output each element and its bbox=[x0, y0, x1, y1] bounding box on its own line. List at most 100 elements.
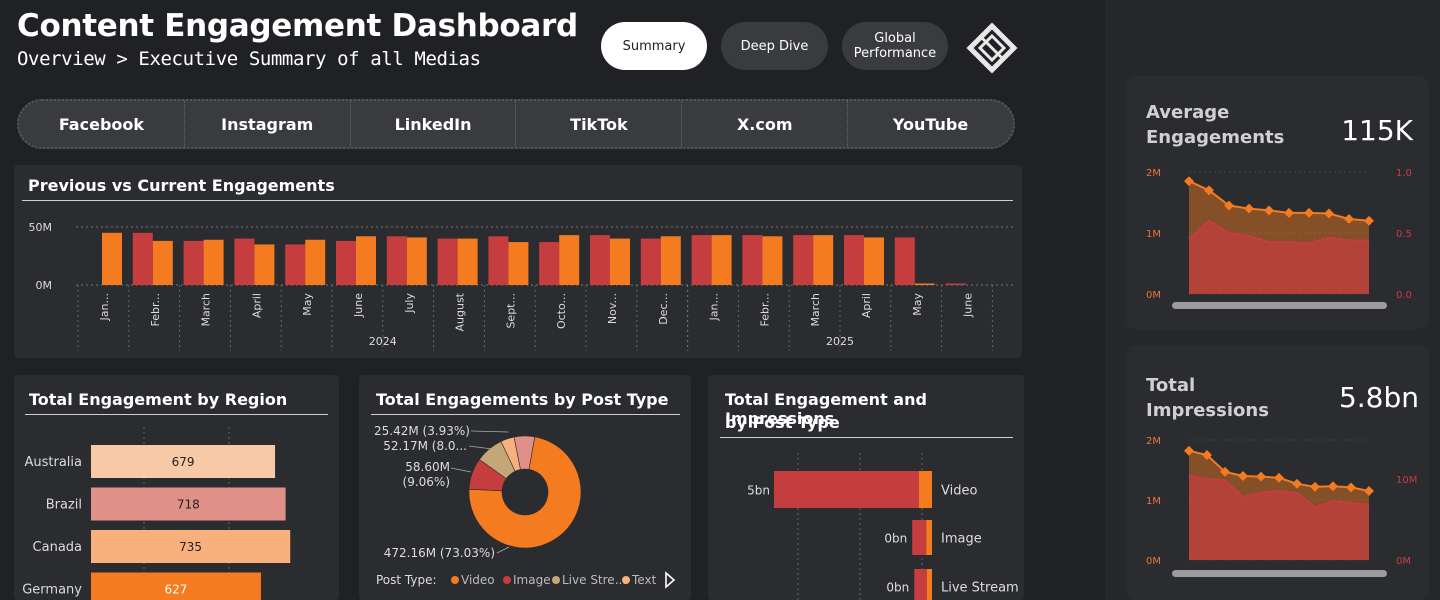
total-impressions-card: Total Impressions 5.8bn 0M 1M 2M 0M 10M bbox=[1126, 345, 1429, 600]
post-type-chart: 25.42M (3.93%)52.17M (8.0... 58.60M(9.06%… bbox=[374, 424, 676, 589]
bar bbox=[660, 236, 681, 285]
region-value-label: 735 bbox=[179, 540, 202, 554]
bar bbox=[793, 235, 814, 285]
slice-label-image: 58.60M bbox=[405, 460, 450, 474]
x-tick-label: Nov... bbox=[606, 293, 619, 324]
bar bbox=[203, 239, 224, 285]
tab-x-com[interactable]: X.com bbox=[682, 101, 849, 147]
legend-item: Text bbox=[631, 573, 657, 587]
eng-impr-category-label: Live Stream bbox=[941, 581, 1019, 596]
page-title: Content Engagement Dashboard bbox=[17, 8, 578, 44]
eng-impr-bar bbox=[918, 471, 932, 508]
x-tick-label: Jan... bbox=[708, 293, 721, 321]
y-left-tick: 0M bbox=[1146, 290, 1161, 301]
y-left-tick: 2M bbox=[1146, 168, 1161, 179]
eng-impr-bar bbox=[926, 520, 932, 555]
bar bbox=[183, 240, 204, 285]
x-tick-label: June bbox=[962, 293, 975, 318]
bar bbox=[813, 235, 834, 285]
x-tick-label: Dec... bbox=[657, 293, 670, 325]
bar bbox=[711, 235, 732, 285]
legend-item: Live Stre... bbox=[562, 573, 626, 587]
bar bbox=[610, 238, 630, 285]
eng-impr-bar bbox=[914, 569, 927, 600]
region-value-label: 679 bbox=[172, 455, 195, 469]
legend-marker bbox=[552, 576, 560, 584]
region-category-label: Germany bbox=[22, 583, 82, 598]
x-tick-label: May bbox=[911, 293, 924, 316]
bar bbox=[234, 238, 255, 285]
region-category-label: Canada bbox=[33, 540, 82, 555]
x-tick-label: May bbox=[301, 293, 314, 316]
bar bbox=[305, 239, 326, 285]
region-category-label: Brazil bbox=[46, 498, 82, 513]
region-value-label: 718 bbox=[177, 498, 200, 512]
slice-label-text: 25.42M (3.93%) bbox=[374, 424, 470, 438]
bar bbox=[437, 238, 458, 285]
nav-summary-button[interactable]: Summary bbox=[601, 22, 707, 70]
nav-deep-dive-button[interactable]: Deep Dive bbox=[721, 22, 828, 70]
bar bbox=[945, 283, 966, 285]
eng-impr-value-label: 0bn bbox=[884, 532, 907, 546]
legend-next-icon[interactable] bbox=[665, 571, 676, 589]
y-left-tick: 0M bbox=[1146, 556, 1161, 567]
y-left-tick: 1M bbox=[1146, 496, 1161, 507]
tab-linkedin[interactable]: LinkedIn bbox=[351, 101, 517, 147]
x-tick-label: March bbox=[200, 293, 213, 327]
prev-vs-current-panel: Previous vs Current Engagements 50M 0M Jan… bbox=[14, 165, 1022, 358]
slice-label-video: 472.16M (73.03%) bbox=[384, 546, 495, 560]
nav-global-performance-button[interactable]: Global Performance bbox=[842, 22, 948, 70]
y-right-tick: 0M bbox=[1396, 556, 1411, 567]
post-type-panel: Total Engagements by Post Type 25.42M (3… bbox=[359, 375, 691, 600]
eng-impr-chart: Video 5bn Image 0bn Live Stream 0bn bbox=[747, 453, 1019, 600]
bar bbox=[386, 236, 407, 285]
region-chart: 679 Australia 718 Brazil 735 Canada 627 Germany bbox=[22, 427, 291, 600]
bar bbox=[590, 235, 610, 285]
year-label: 2025 bbox=[826, 335, 854, 348]
x-tick-label: August bbox=[454, 292, 467, 331]
slice-label-live-stream: 52.17M (8.0... bbox=[383, 439, 467, 453]
bar bbox=[539, 242, 560, 285]
total-impressions-trend-chart: 0M 1M 2M 0M 10M bbox=[1146, 436, 1417, 577]
y-left-tick: 1M bbox=[1146, 229, 1161, 240]
x-tick-label: Jan... bbox=[98, 293, 111, 321]
y-right-tick: 1.0 bbox=[1396, 168, 1412, 179]
tab-tiktok[interactable]: TikTok bbox=[516, 101, 683, 147]
tab-facebook[interactable]: Facebook bbox=[19, 101, 185, 147]
bar bbox=[132, 232, 153, 285]
bar bbox=[742, 235, 763, 285]
y-left-tick: 2M bbox=[1146, 436, 1161, 447]
eng-impr-bar bbox=[912, 520, 927, 555]
leader-line bbox=[496, 546, 510, 554]
bar bbox=[457, 238, 478, 285]
slice-label-image-pct: (9.06%) bbox=[403, 475, 450, 489]
bar bbox=[285, 244, 306, 285]
bar bbox=[640, 238, 661, 285]
platform-tab-bar: Facebook Instagram LinkedIn TikTok X.com… bbox=[17, 99, 1015, 149]
year-label: 2024 bbox=[369, 335, 397, 348]
region-panel: Total Engagement by Region 679 Australia 7… bbox=[14, 375, 339, 600]
bar bbox=[559, 235, 580, 285]
legend-title: Post Type: bbox=[376, 573, 437, 587]
legend-item: Image bbox=[513, 573, 551, 587]
horizontal-scrollbar[interactable] bbox=[1172, 570, 1387, 577]
bar bbox=[894, 237, 915, 285]
legend-item: Video bbox=[461, 573, 495, 587]
eng-impr-value-label: 5bn bbox=[747, 484, 770, 498]
bar bbox=[254, 244, 275, 285]
brand-logo-icon[interactable] bbox=[966, 22, 1018, 74]
bar bbox=[356, 236, 376, 285]
bar bbox=[844, 235, 864, 285]
region-value-label: 627 bbox=[165, 583, 188, 597]
x-tick-label: Octo... bbox=[555, 293, 568, 329]
horizontal-scrollbar[interactable] bbox=[1172, 302, 1387, 309]
leader-line bbox=[450, 467, 472, 473]
tab-youtube[interactable]: YouTube bbox=[848, 101, 1013, 147]
bar bbox=[406, 237, 427, 285]
x-tick-label: Febr... bbox=[149, 293, 162, 326]
y-right-tick: 10M bbox=[1396, 475, 1417, 486]
leader-line bbox=[470, 430, 510, 433]
bar bbox=[336, 240, 356, 285]
tab-instagram[interactable]: Instagram bbox=[185, 101, 351, 147]
bar bbox=[691, 235, 712, 285]
